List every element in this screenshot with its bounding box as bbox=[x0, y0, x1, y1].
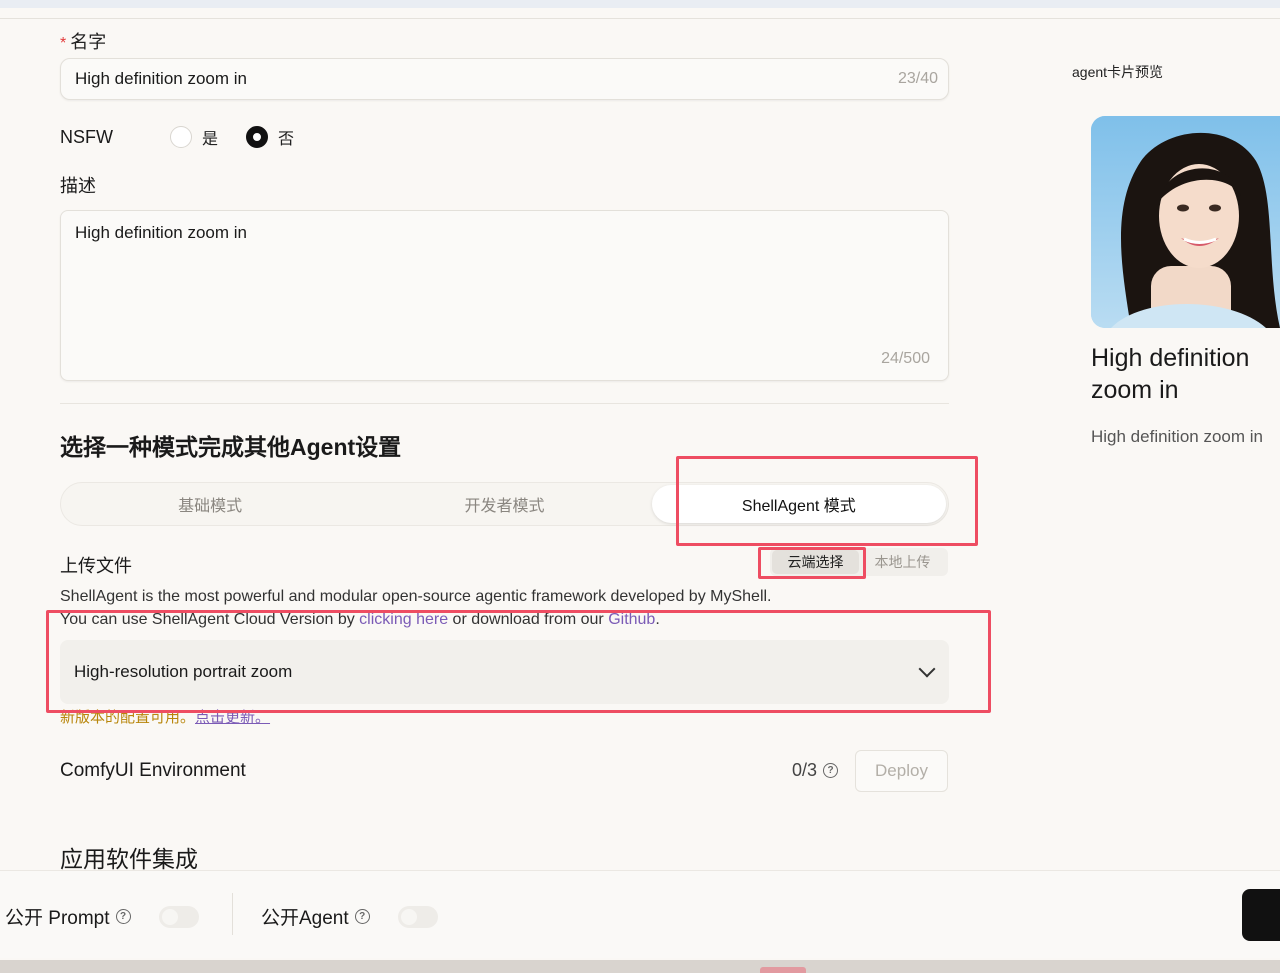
public-agent-toggle[interactable] bbox=[397, 905, 438, 928]
app-integration-label: 应用软件集成 bbox=[60, 846, 198, 872]
required-mark: * bbox=[60, 35, 67, 52]
clicking-here-link[interactable]: clicking here bbox=[359, 611, 448, 628]
public-prompt-row: 公开 Prompt ? bbox=[5, 903, 199, 930]
taskbar-strip bbox=[0, 960, 1280, 973]
local-upload-option[interactable]: 本地上传 bbox=[859, 550, 946, 574]
name-char-count: 23/40 bbox=[897, 70, 938, 87]
public-prompt-toggle[interactable] bbox=[158, 905, 199, 928]
bottom-action-bar: 公开 Prompt ? 公开Agent ? bbox=[0, 870, 1280, 958]
nsfw-row: NSFW 是 否 bbox=[60, 124, 322, 150]
radio-circle[interactable] bbox=[170, 126, 192, 148]
nsfw-label: NSFW bbox=[60, 126, 113, 147]
description-value[interactable]: High definition zoom in bbox=[75, 223, 934, 243]
upload-label: 上传文件 bbox=[60, 556, 132, 576]
name-input[interactable]: High definition zoom in 23/40 bbox=[60, 58, 949, 100]
taskbar-tab[interactable] bbox=[760, 967, 806, 973]
public-agent-row: 公开Agent ? bbox=[261, 903, 438, 930]
tab-basic-mode[interactable]: 基础模式 bbox=[63, 485, 357, 523]
description-char-count: 24/500 bbox=[881, 350, 930, 367]
help-icon[interactable]: ? bbox=[115, 909, 131, 924]
help-icon[interactable]: ? bbox=[823, 763, 839, 778]
chevron-down-icon[interactable] bbox=[918, 660, 936, 678]
preview-card-description: High definition zoom in bbox=[1091, 427, 1263, 446]
preview-card-name: High definition zoom in bbox=[1091, 344, 1250, 404]
shellagent-info-links: You can use ShellAgent Cloud Version by … bbox=[60, 611, 660, 628]
tab-shellagent-mode[interactable]: ShellAgent 模式 bbox=[651, 485, 946, 523]
section-divider bbox=[60, 403, 949, 404]
description-textarea[interactable]: High definition zoom in 24/500 bbox=[60, 210, 949, 381]
cloud-select-option[interactable]: 云端选择 bbox=[772, 550, 859, 574]
update-link[interactable]: 点击更新。 bbox=[195, 709, 270, 726]
name-label: * 名字 bbox=[60, 32, 107, 52]
browser-top-strip bbox=[0, 0, 1280, 8]
upload-source-switch: 云端选择 本地上传 bbox=[770, 548, 948, 576]
name-input-value[interactable]: High definition zoom in bbox=[75, 69, 898, 89]
preview-title: agent卡片预览 bbox=[1072, 64, 1164, 80]
mode-tabs: 基础模式 开发者模式 ShellAgent 模式 bbox=[60, 482, 949, 526]
environment-count: 0/3 ? bbox=[792, 760, 839, 781]
portrait-illustration bbox=[1091, 116, 1280, 328]
description-label: 描述 bbox=[60, 176, 96, 196]
shellagent-info-text: ShellAgent is the most powerful and modu… bbox=[60, 588, 772, 605]
comfyui-environment-label: ComfyUI Environment bbox=[60, 760, 246, 781]
nsfw-radio-no[interactable]: 否 bbox=[246, 125, 294, 149]
bottom-separator bbox=[232, 893, 233, 935]
tab-developer-mode[interactable]: 开发者模式 bbox=[357, 485, 651, 523]
primary-action-button[interactable] bbox=[1242, 889, 1280, 941]
deploy-button[interactable]: Deploy bbox=[855, 750, 948, 792]
top-divider bbox=[0, 18, 1280, 19]
mode-section-title: 选择一种模式完成其他Agent设置 bbox=[60, 434, 402, 460]
nsfw-radio-yes[interactable]: 是 bbox=[170, 125, 218, 149]
agent-avatar-image bbox=[1091, 116, 1280, 328]
update-notice: 新版本的配置可用。点击更新。 bbox=[60, 709, 271, 726]
radio-circle-selected[interactable] bbox=[246, 126, 269, 148]
workflow-select[interactable]: High-resolution portrait zoom bbox=[60, 640, 949, 704]
toggle-knob bbox=[161, 908, 178, 925]
github-link[interactable]: Github bbox=[608, 611, 655, 628]
help-icon[interactable]: ? bbox=[354, 909, 370, 924]
workflow-select-value: High-resolution portrait zoom bbox=[74, 662, 293, 681]
toggle-knob bbox=[400, 908, 417, 925]
